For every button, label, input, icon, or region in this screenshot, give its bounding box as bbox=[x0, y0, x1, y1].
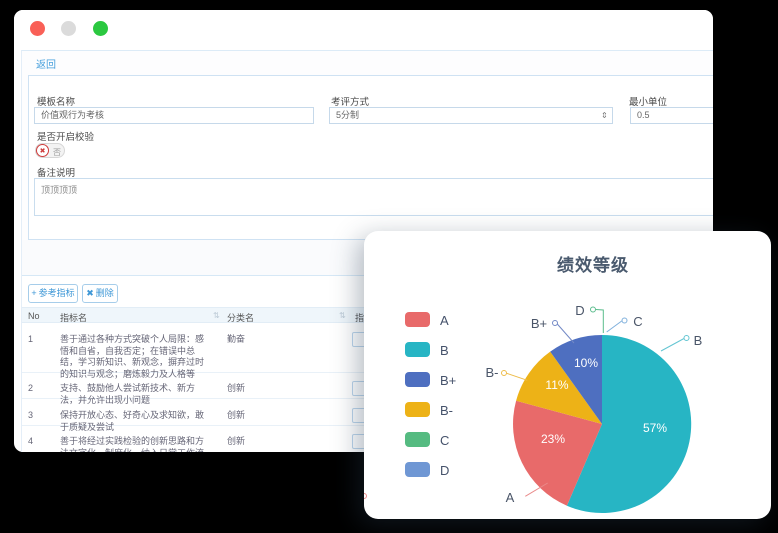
plus-icon: + bbox=[31, 288, 36, 298]
min-unit-label: 最小单位 bbox=[629, 94, 667, 108]
pct-label-A: 23% bbox=[541, 432, 565, 446]
delete-button[interactable]: ✖删除 bbox=[82, 284, 118, 303]
callout-marker-B-plus bbox=[553, 321, 558, 326]
callout-label-B-minus: B- bbox=[486, 365, 499, 380]
legend-label: B+ bbox=[440, 373, 456, 388]
window-titlebar bbox=[14, 10, 713, 47]
minimize-window-icon[interactable] bbox=[61, 21, 76, 36]
delete-label: 删除 bbox=[96, 288, 114, 298]
back-link[interactable]: 返回 bbox=[36, 56, 56, 71]
cell-category: 勤奋 bbox=[227, 334, 245, 346]
sort-icon[interactable]: ⇅ bbox=[213, 311, 220, 320]
validation-label: 是否开启校验 bbox=[37, 129, 94, 143]
callout-label-B-plus: B+ bbox=[531, 316, 547, 331]
chart-title: 绩效等级 bbox=[364, 251, 778, 276]
cell-category: 创新 bbox=[227, 436, 245, 448]
add-indicator-button[interactable]: +参考指标 bbox=[28, 284, 78, 303]
pct-label-B-minus: 11% bbox=[545, 378, 568, 392]
col-indicator[interactable]: 指标名 bbox=[60, 311, 87, 324]
maximize-window-icon[interactable] bbox=[93, 21, 108, 36]
pct-label-B-plus: 10% bbox=[574, 356, 598, 370]
cell-no: 2 bbox=[28, 383, 33, 395]
cell-indicator: 善于将经过实践检验的创新思路和方法文字化、制度化，纳入日常工作流程 bbox=[60, 436, 210, 452]
callout-marker-D bbox=[591, 307, 596, 312]
sort-icon[interactable]: ⇅ bbox=[339, 311, 346, 320]
x-icon: ✖ bbox=[86, 288, 94, 298]
legend-label: B- bbox=[440, 403, 453, 418]
toggle-x-icon: ✖ bbox=[36, 144, 49, 157]
cell-no: 4 bbox=[28, 436, 33, 448]
template-name-label: 模板名称 bbox=[37, 94, 75, 108]
callout-marker-C bbox=[622, 318, 627, 323]
callout-label-D: D bbox=[575, 303, 584, 318]
legend-label: A bbox=[440, 313, 449, 328]
legend-swatch bbox=[405, 372, 430, 387]
callout-line-B-plus bbox=[557, 324, 574, 343]
cell-indicator: 善于通过各种方式突破个人局限：感悟和自省，自我否定；在错误中总结，学习新知识、新… bbox=[60, 334, 210, 380]
callout-label-B: B bbox=[694, 333, 703, 348]
cell-indicator: 支持、鼓励他人尝试新技术、新方法，并允许出现小问题 bbox=[60, 383, 210, 406]
eval-method-label: 考评方式 bbox=[331, 94, 369, 108]
validation-toggle[interactable]: ✖ 否 bbox=[35, 143, 65, 158]
cell-category: 创新 bbox=[227, 410, 245, 422]
legend-swatch bbox=[405, 312, 430, 327]
close-window-icon[interactable] bbox=[30, 21, 45, 36]
form-panel: 模板名称 价值观行为考核 考评方式 5分制 ⇕ 最小单位 0.5 是否开启校验 … bbox=[28, 75, 713, 240]
col-no: No bbox=[28, 311, 40, 321]
legend-swatch bbox=[405, 402, 430, 417]
callout-label-C: C bbox=[633, 314, 642, 329]
callout-line-C bbox=[607, 321, 622, 332]
callout-label-A: A bbox=[506, 490, 515, 505]
legend-label: D bbox=[440, 463, 449, 478]
legend-label: C bbox=[440, 433, 449, 448]
min-unit-input[interactable]: 0.5 bbox=[630, 107, 713, 124]
callout-line-D bbox=[596, 310, 603, 334]
legend-swatch bbox=[405, 462, 430, 477]
pct-label-B: 57% bbox=[643, 421, 667, 435]
performance-chart-card: 绩效等级 ABB+B-CD 57% 23% 11% 10% A B- B+ bbox=[364, 231, 771, 519]
remark-textarea[interactable]: 顶顶顶顶 bbox=[34, 178, 713, 216]
cell-no: 1 bbox=[28, 334, 33, 346]
callout-line-B bbox=[661, 339, 684, 352]
legend-swatch bbox=[405, 432, 430, 447]
select-arrows-icon[interactable]: ⇕ bbox=[601, 111, 608, 120]
legend-label: B bbox=[440, 343, 449, 358]
screenshot-stage: 返回 模板名称 价值观行为考核 考评方式 5分制 ⇕ 最小单位 0.5 是否开启… bbox=[0, 0, 778, 533]
remark-label: 备注说明 bbox=[37, 165, 75, 179]
cell-category: 创新 bbox=[227, 383, 245, 395]
add-indicator-label: 参考指标 bbox=[39, 288, 75, 298]
callout-marker-B-minus bbox=[502, 371, 507, 376]
callout-line-B-minus bbox=[507, 373, 528, 380]
eval-method-select[interactable]: 5分制 bbox=[329, 107, 613, 124]
legend-swatch bbox=[405, 342, 430, 357]
callout-marker-A bbox=[364, 494, 367, 499]
toggle-state-label: 否 bbox=[53, 147, 61, 158]
callout-marker-B bbox=[684, 336, 689, 341]
cell-no: 3 bbox=[28, 410, 33, 422]
template-name-input[interactable]: 价值观行为考核 bbox=[34, 107, 314, 124]
col-category[interactable]: 分类名 bbox=[227, 311, 254, 324]
